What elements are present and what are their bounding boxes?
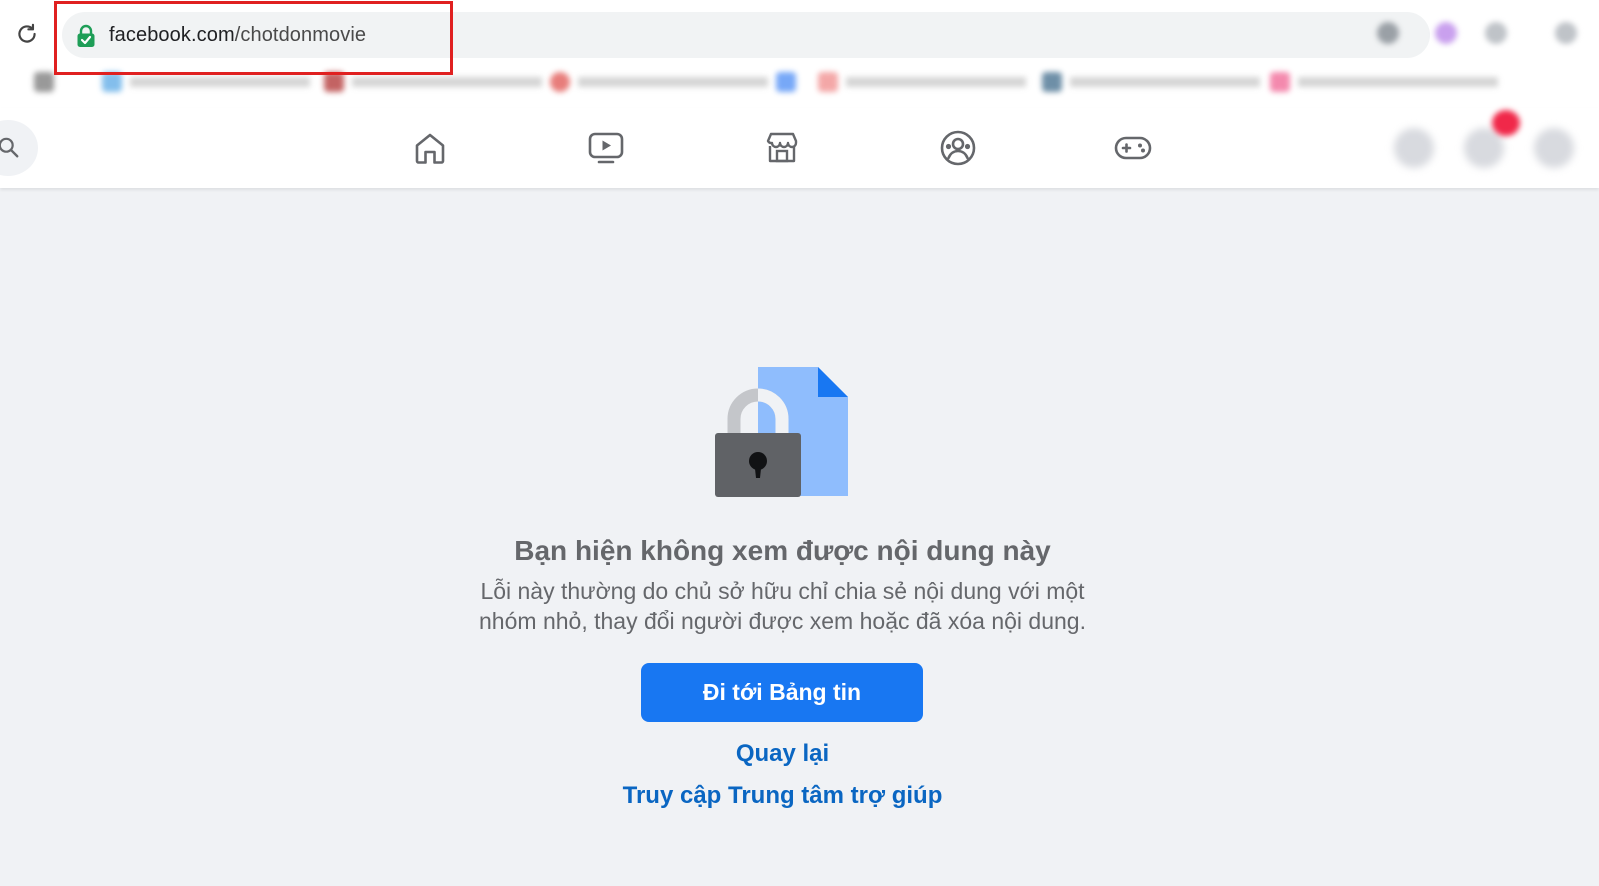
menu-button[interactable] (1394, 128, 1434, 168)
bookmarks-bar (0, 66, 1599, 98)
bookmark-item[interactable] (102, 72, 310, 92)
browser-chrome: facebook.com/chotdonmovie (0, 0, 1599, 110)
tab-groups[interactable] (938, 128, 978, 168)
marketplace-icon (766, 132, 798, 163)
bookmark-item[interactable] (550, 72, 768, 92)
notification-badge (1492, 110, 1520, 136)
content-locked-illustration (712, 364, 852, 500)
facebook-top-bar (0, 108, 1599, 188)
error-description-line: Lỗi này thường do chủ sở hữu chỉ chia sẻ… (480, 578, 1085, 604)
reload-button[interactable] (12, 20, 42, 48)
tab-gaming[interactable] (1113, 128, 1153, 168)
bookmark-item[interactable] (324, 72, 542, 92)
extension-icon[interactable] (1435, 22, 1457, 44)
error-description-line: nhóm nhỏ, thay đổi người được xem hoặc đ… (479, 608, 1086, 634)
home-icon (415, 133, 445, 164)
bookmark-item[interactable] (34, 72, 62, 92)
tab-home[interactable] (410, 128, 450, 168)
tab-video[interactable] (586, 128, 626, 168)
help-link-row: Truy cập Trung tâm trợ giúp (0, 782, 1565, 810)
help-center-link[interactable]: Truy cập Trung tâm trợ giúp (623, 782, 943, 809)
locked-document-icon (715, 367, 848, 497)
address-bar[interactable]: facebook.com/chotdonmovie (62, 12, 1430, 58)
url-text[interactable]: facebook.com/chotdonmovie (109, 24, 366, 47)
profile-icon[interactable] (1555, 22, 1577, 44)
bookmark-item[interactable] (776, 72, 804, 92)
bookmark-star-icon[interactable] (1377, 22, 1399, 44)
bookmark-item[interactable] (818, 72, 1026, 92)
secure-lock-icon[interactable] (76, 24, 96, 53)
bookmark-item[interactable] (1042, 72, 1260, 92)
extension-icon[interactable] (1485, 22, 1507, 44)
reload-icon (18, 23, 36, 43)
bookmark-item[interactable] (1270, 72, 1498, 92)
search-button[interactable] (0, 120, 38, 176)
search-icon (0, 137, 19, 158)
error-description: Lỗi này thường do chủ sở hữu chỉ chia sẻ… (0, 576, 1565, 636)
back-link-row: Quay lại (0, 740, 1565, 768)
error-title: Bạn hiện không xem được nội dung này (514, 535, 1051, 566)
url-path: /chotdonmovie (234, 24, 367, 46)
notifications-button[interactable] (1534, 128, 1574, 168)
back-link[interactable]: Quay lại (736, 740, 829, 767)
gaming-icon (1114, 136, 1152, 160)
go-to-feed-button[interactable]: Đi tới Bảng tin (641, 663, 923, 722)
video-icon (588, 132, 624, 164)
tab-marketplace[interactable] (762, 128, 802, 168)
groups-icon (940, 130, 976, 166)
url-domain: facebook.com (109, 24, 235, 46)
